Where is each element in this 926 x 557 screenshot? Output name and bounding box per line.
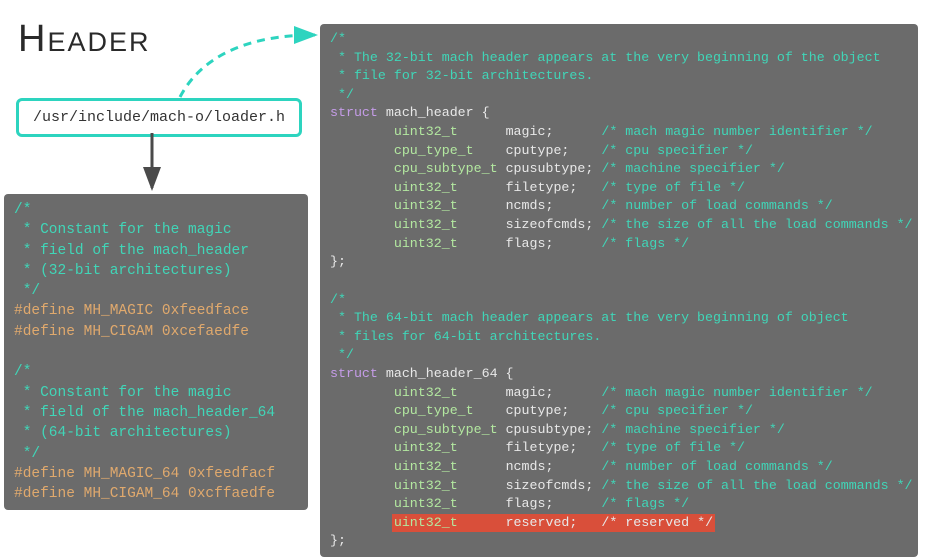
comment-line: */ bbox=[14, 446, 40, 462]
field: ncmds; bbox=[506, 459, 554, 474]
field: flags; bbox=[506, 496, 554, 511]
comment-inline: /* cpu specifier */ bbox=[601, 403, 753, 418]
type: uint32_t bbox=[394, 515, 458, 530]
comment-line: /* bbox=[14, 202, 31, 218]
comment-inline: /* flags */ bbox=[601, 496, 689, 511]
comment-line: /* bbox=[330, 31, 346, 46]
field: flags; bbox=[506, 236, 554, 251]
comment-line: */ bbox=[330, 347, 354, 362]
field: cpusubtype; bbox=[506, 161, 594, 176]
type: uint32_t bbox=[394, 198, 458, 213]
type: uint32_t bbox=[394, 124, 458, 139]
comment-inline: /* machine specifier */ bbox=[601, 422, 785, 437]
file-path-box: /usr/include/mach-o/loader.h bbox=[16, 98, 302, 137]
highlighted-reserved-line: uint32_t reserved; /* reserved */ bbox=[392, 514, 715, 533]
type: uint32_t bbox=[394, 440, 458, 455]
field: magic; bbox=[506, 124, 554, 139]
type: uint32_t bbox=[394, 236, 458, 251]
type: cpu_subtype_t bbox=[394, 422, 498, 437]
type: uint32_t bbox=[394, 217, 458, 232]
comment-line: * (32-bit architectures) bbox=[14, 263, 232, 279]
field: ncmds; bbox=[506, 198, 554, 213]
type: cpu_type_t bbox=[394, 403, 474, 418]
field: cpusubtype; bbox=[506, 422, 594, 437]
define-line: #define MH_CIGAM 0xcefaedfe bbox=[14, 324, 249, 340]
comment-inline: /* mach magic number identifier */ bbox=[601, 385, 872, 400]
struct-name: mach_header { bbox=[378, 105, 490, 120]
comment-line: /* bbox=[14, 364, 31, 380]
struct-keyword: struct bbox=[330, 366, 378, 381]
type: uint32_t bbox=[394, 496, 458, 511]
comment-line: * Constant for the magic bbox=[14, 222, 232, 238]
field: sizeofcmds; bbox=[506, 217, 594, 232]
comment-line: * The 64-bit mach header appears at the … bbox=[330, 310, 849, 325]
comment-line: * files for 64-bit architectures. bbox=[330, 329, 601, 344]
comment-inline: /* mach magic number identifier */ bbox=[601, 124, 872, 139]
comment-line: /* bbox=[330, 292, 346, 307]
comment-inline: /* number of load commands */ bbox=[601, 198, 832, 213]
field: reserved; bbox=[506, 515, 578, 530]
comment-inline: /* flags */ bbox=[601, 236, 689, 251]
comment-line: * (64-bit architectures) bbox=[14, 425, 232, 441]
comment-line: */ bbox=[330, 87, 354, 102]
type: uint32_t bbox=[394, 478, 458, 493]
comment-line: */ bbox=[14, 283, 40, 299]
comment-line: * file for 32-bit architectures. bbox=[330, 68, 593, 83]
field: magic; bbox=[506, 385, 554, 400]
struct-close: }; bbox=[330, 533, 346, 548]
comment-inline: /* type of file */ bbox=[601, 440, 745, 455]
comment-inline: /* type of file */ bbox=[601, 180, 745, 195]
field: filetype; bbox=[506, 180, 578, 195]
comment-inline: /* the size of all the load commands */ bbox=[601, 478, 912, 493]
header-title: Header bbox=[18, 18, 150, 61]
comment-inline: /* number of load commands */ bbox=[601, 459, 832, 474]
struct-name: mach_header_64 { bbox=[378, 366, 514, 381]
define-line: #define MH_MAGIC 0xfeedface bbox=[14, 303, 249, 319]
define-line: #define MH_MAGIC_64 0xfeedfacf bbox=[14, 466, 275, 482]
comment-line: * field of the mach_header_64 bbox=[14, 405, 275, 421]
comment-inline: /* cpu specifier */ bbox=[601, 143, 753, 158]
type: cpu_type_t bbox=[394, 143, 474, 158]
field: sizeofcmds; bbox=[506, 478, 594, 493]
code-block-struct-definitions: /* * The 32-bit mach header appears at t… bbox=[320, 24, 918, 557]
field: cputype; bbox=[506, 403, 570, 418]
field: cputype; bbox=[506, 143, 570, 158]
type: uint32_t bbox=[394, 459, 458, 474]
type: cpu_subtype_t bbox=[394, 161, 498, 176]
comment-line: * The 32-bit mach header appears at the … bbox=[330, 50, 881, 65]
comment-line: * field of the mach_header bbox=[14, 243, 249, 259]
comment-inline: /* reserved */ bbox=[601, 515, 713, 530]
struct-close: }; bbox=[330, 254, 346, 269]
type: uint32_t bbox=[394, 385, 458, 400]
type: uint32_t bbox=[394, 180, 458, 195]
comment-inline: /* the size of all the load commands */ bbox=[601, 217, 912, 232]
comment-inline: /* machine specifier */ bbox=[601, 161, 785, 176]
comment-line: * Constant for the magic bbox=[14, 385, 232, 401]
code-block-magic-constants: /* * Constant for the magic * field of t… bbox=[4, 194, 308, 510]
struct-keyword: struct bbox=[330, 105, 378, 120]
define-line: #define MH_CIGAM_64 0xcffaedfe bbox=[14, 486, 275, 502]
field: filetype; bbox=[506, 440, 578, 455]
